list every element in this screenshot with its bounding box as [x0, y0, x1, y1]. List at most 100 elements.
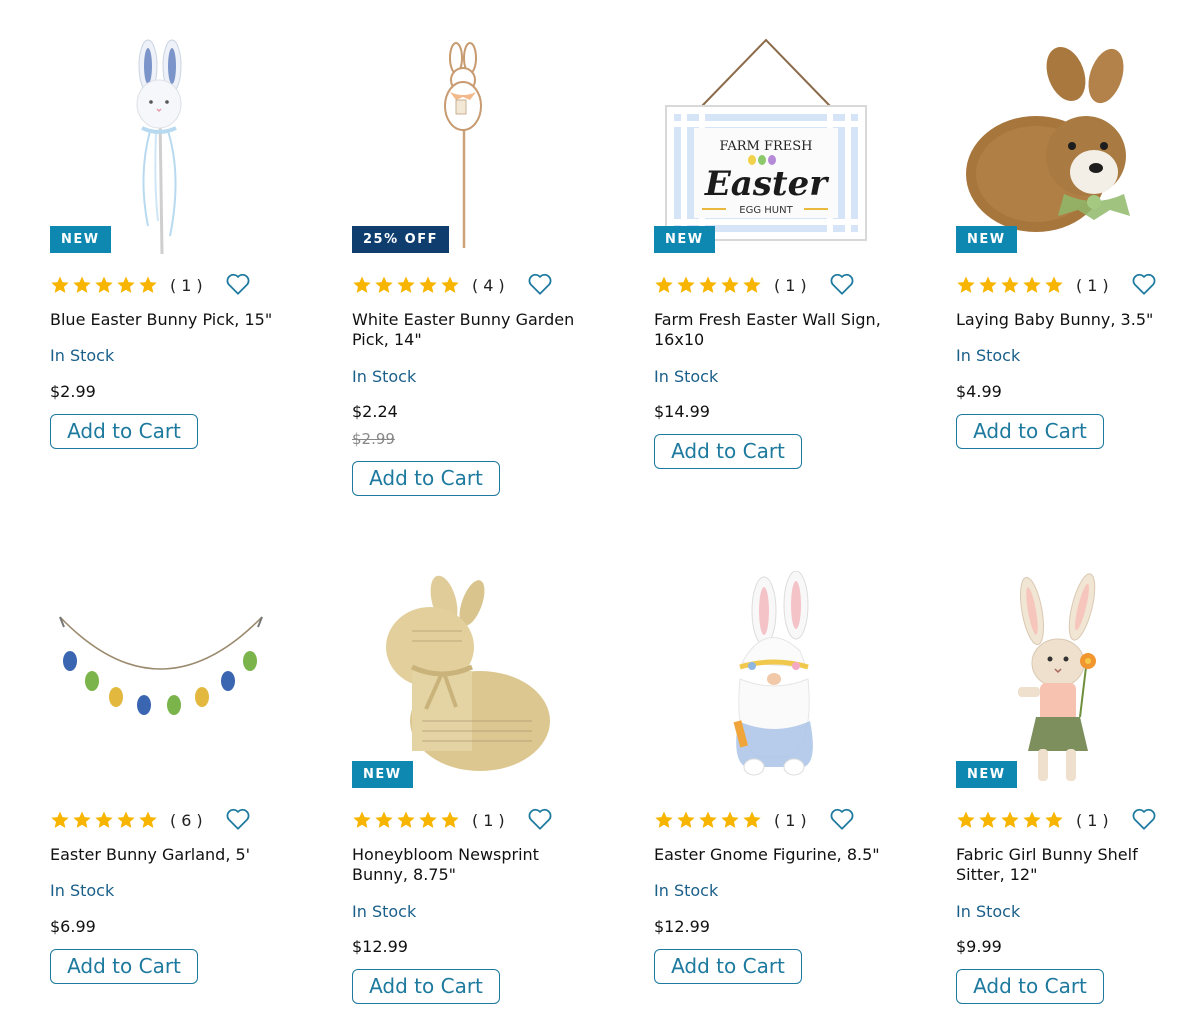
star-icon: [51, 811, 69, 828]
star-icon: [419, 811, 437, 828]
rating: (1): [956, 807, 1114, 833]
stock-status: In Stock: [352, 367, 417, 386]
star-rating: [654, 275, 762, 295]
product-image[interactable]: [50, 571, 290, 791]
product-name[interactable]: Blue Easter Bunny Pick, 15": [50, 310, 280, 330]
product-grid: NEW (1) Blue Easter Bunny Pick, 15" In S…: [0, 0, 1200, 1023]
rating: (1): [352, 807, 510, 833]
product-card: NEW (1) Fabric Girl Bunny Shelf Sitter, …: [956, 571, 1200, 1011]
blue-bunny-pick-image: [136, 39, 182, 255]
heart-outline-icon[interactable]: [527, 806, 553, 832]
star-icon: [117, 276, 135, 293]
star-icon: [95, 276, 113, 293]
review-count[interactable]: (1): [774, 276, 812, 295]
add-to-cart-button[interactable]: Add to Cart: [654, 949, 802, 984]
newsprint-bunny-image: [386, 575, 550, 771]
heart-outline-icon[interactable]: [225, 271, 251, 297]
sign-main-text: Easter: [704, 164, 829, 204]
review-count[interactable]: (6): [170, 811, 208, 830]
star-icon: [957, 811, 975, 828]
product-image[interactable]: [654, 571, 894, 791]
star-icon: [743, 276, 761, 293]
review-count[interactable]: (1): [1076, 276, 1114, 295]
heart-outline-icon[interactable]: [1131, 806, 1157, 832]
stock-status: In Stock: [50, 881, 115, 900]
price: $4.99: [956, 382, 1002, 401]
star-icon: [95, 811, 113, 828]
star-icon: [1001, 276, 1019, 293]
white-bunny-garden-pick-image: [444, 42, 482, 248]
add-to-cart-button[interactable]: Add to Cart: [956, 414, 1104, 449]
sign-bottom-text: EGG HUNT: [739, 205, 793, 216]
product-name[interactable]: Fabric Girl Bunny Shelf Sitter, 12": [956, 845, 1186, 885]
heart-outline-icon[interactable]: [829, 271, 855, 297]
product-image[interactable]: [956, 571, 1196, 791]
price: $12.99: [352, 937, 408, 956]
easter-bunny-garland-image: [59, 616, 263, 715]
star-icon: [1023, 276, 1041, 293]
star-icon: [375, 276, 393, 293]
product-name[interactable]: Laying Baby Bunny, 3.5": [956, 310, 1186, 330]
product-image[interactable]: FARM FRESH Easter EGG HUNT: [654, 36, 894, 256]
review-count[interactable]: (4): [472, 276, 510, 295]
product-card: (6) Easter Bunny Garland, 5' In Stock $6…: [50, 571, 310, 991]
star-icon: [353, 811, 371, 828]
new-badge: NEW: [50, 226, 111, 253]
star-icon: [73, 276, 91, 293]
product-card: (1) Easter Gnome Figurine, 8.5" In Stock…: [654, 571, 914, 991]
star-icon: [1045, 276, 1063, 293]
add-to-cart-button[interactable]: Add to Cart: [956, 969, 1104, 1004]
add-to-cart-button[interactable]: Add to Cart: [352, 461, 500, 496]
product-image[interactable]: [956, 36, 1196, 256]
stock-status: In Stock: [654, 881, 719, 900]
add-to-cart-button[interactable]: Add to Cart: [654, 434, 802, 469]
review-count[interactable]: (1): [472, 811, 510, 830]
product-image[interactable]: [352, 36, 592, 256]
product-image[interactable]: [50, 36, 290, 256]
heart-outline-icon[interactable]: [829, 806, 855, 832]
star-icon: [375, 811, 393, 828]
stock-status: In Stock: [50, 346, 115, 365]
price: $12.99: [654, 917, 710, 936]
star-icon: [397, 276, 415, 293]
heart-outline-icon[interactable]: [225, 806, 251, 832]
product-name[interactable]: Easter Gnome Figurine, 8.5": [654, 845, 884, 865]
star-icon: [699, 811, 717, 828]
star-icon: [655, 811, 673, 828]
add-to-cart-button[interactable]: Add to Cart: [50, 949, 198, 984]
star-icon: [1023, 811, 1041, 828]
star-icon: [743, 811, 761, 828]
price: $6.99: [50, 917, 96, 936]
product-name[interactable]: Easter Bunny Garland, 5': [50, 845, 280, 865]
star-rating: [956, 810, 1064, 830]
star-icon: [979, 811, 997, 828]
add-to-cart-button[interactable]: Add to Cart: [50, 414, 198, 449]
product-card: NEW (1) Honeybloom Newsprint Bunny, 8.75…: [352, 571, 612, 1011]
star-icon: [353, 276, 371, 293]
review-count[interactable]: (1): [170, 276, 208, 295]
star-icon: [677, 276, 695, 293]
easter-gnome-image: [733, 571, 813, 776]
star-icon: [117, 811, 135, 828]
price: $2.99: [50, 382, 96, 401]
product-card: 25% OFF (4) White Easter Bunny Garden Pi…: [352, 36, 612, 506]
product-card: NEW (1) Laying Baby Bunny, 3.5" In Stock…: [956, 36, 1200, 466]
star-rating: [654, 810, 762, 830]
new-badge: NEW: [956, 761, 1017, 788]
star-icon: [979, 276, 997, 293]
star-icon: [441, 811, 459, 828]
price: $2.24: [352, 402, 398, 421]
product-name[interactable]: Honeybloom Newsprint Bunny, 8.75": [352, 845, 582, 885]
heart-outline-icon[interactable]: [527, 271, 553, 297]
star-icon: [721, 811, 739, 828]
product-name[interactable]: White Easter Bunny Garden Pick, 14": [352, 310, 582, 350]
add-to-cart-button[interactable]: Add to Cart: [352, 969, 500, 1004]
heart-outline-icon[interactable]: [1131, 271, 1157, 297]
review-count[interactable]: (1): [1076, 811, 1114, 830]
review-count[interactable]: (1): [774, 811, 812, 830]
product-name[interactable]: Farm Fresh Easter Wall Sign, 16x10: [654, 310, 884, 350]
star-icon: [677, 811, 695, 828]
star-icon: [139, 811, 157, 828]
star-icon: [397, 811, 415, 828]
product-image[interactable]: [352, 571, 592, 791]
